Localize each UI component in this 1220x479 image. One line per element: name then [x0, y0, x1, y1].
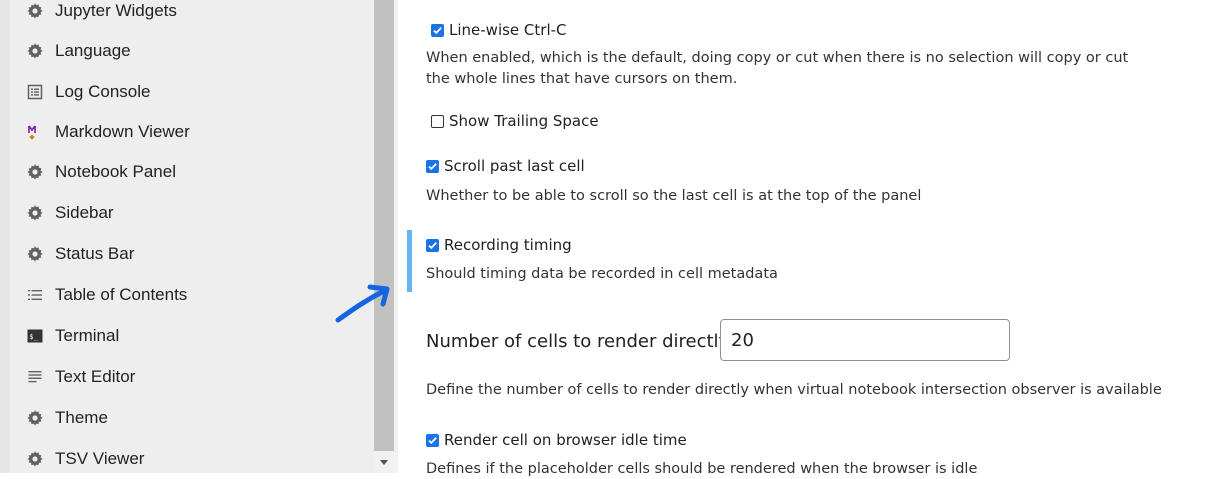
sidebar-item-markdown-viewer[interactable]: Markdown Viewer — [10, 112, 374, 152]
sidebar-item-status-bar[interactable]: Status Bar — [10, 234, 374, 274]
sidebar-item-notebook-panel[interactable]: Notebook Panel — [10, 152, 374, 192]
setting-label: Recording timing — [444, 236, 572, 254]
markdown-icon — [27, 124, 43, 140]
setting-label: Line-wise Ctrl-C — [449, 21, 567, 39]
focus-indicator — [407, 230, 412, 292]
checkbox-checked-icon[interactable] — [426, 159, 439, 173]
sidebar-item-label: Status Bar — [55, 244, 135, 263]
terminal-icon: $_ — [27, 328, 43, 344]
sidebar-item-label: Markdown Viewer — [55, 122, 190, 141]
cells-to-render-label: Number of cells to render directly — [426, 331, 730, 352]
gear-icon — [27, 451, 43, 467]
sidebar-item-log-console[interactable]: Log Console — [10, 72, 374, 112]
scroll-down-arrow-icon[interactable] — [380, 460, 388, 465]
scrollbar-thumb[interactable] — [374, 0, 394, 451]
setting-render-on-idle[interactable]: Render cell on browser idle time — [426, 431, 687, 449]
checkbox-checked-icon[interactable] — [431, 23, 444, 37]
setting-label: Scroll past last cell — [444, 157, 585, 175]
sidebar-item-label: Theme — [55, 408, 108, 427]
gear-icon — [27, 3, 43, 19]
setting-description: the whole lines that have cursors on the… — [426, 71, 738, 87]
checkbox-checked-icon[interactable] — [426, 433, 439, 447]
setting-scroll-past-last-cell[interactable]: Scroll past last cell — [426, 157, 585, 175]
sidebar-item-label: Notebook Panel — [55, 162, 176, 181]
sidebar-item-table-of-contents[interactable]: Table of Contents — [10, 275, 374, 315]
setting-label: Render cell on browser idle time — [444, 431, 687, 449]
cells-to-render-input[interactable] — [720, 319, 1010, 361]
setting-recording-timing[interactable]: Recording timing — [426, 236, 572, 254]
text-lines-icon — [27, 369, 43, 385]
gear-icon — [27, 246, 43, 262]
setting-description: Define the number of cells to render dir… — [426, 382, 1162, 398]
gear-icon — [27, 43, 43, 59]
sidebar-item-label: Sidebar — [55, 203, 114, 222]
sidebar-item-language[interactable]: Language — [10, 31, 374, 71]
checkbox-checked-icon[interactable] — [426, 238, 439, 252]
sidebar-item-theme[interactable]: Theme — [10, 398, 374, 438]
sidebar-item-text-editor[interactable]: Text Editor — [10, 357, 374, 397]
setting-description: Defines if the placeholder cells should … — [426, 461, 978, 477]
sidebar-item-label: Terminal — [55, 326, 120, 345]
settings-panel: Line-wise Ctrl-C When enabled, which is … — [398, 0, 1220, 477]
setting-label: Show Trailing Space — [449, 112, 599, 130]
gear-icon — [27, 205, 43, 221]
sidebar-item-sidebar[interactable]: Sidebar — [10, 193, 374, 233]
sidebar-item-terminal[interactable]: $_ Terminal — [10, 316, 374, 356]
sidebar-item-label: Jupyter Widgets — [55, 1, 177, 20]
setting-description: Should timing data be recorded in cell m… — [426, 266, 778, 282]
checkbox-unchecked-icon[interactable] — [431, 114, 444, 128]
sidebar-item-label: Language — [55, 41, 131, 60]
sidebar-list: Jupyter Widgets Language Log Console Mar… — [10, 0, 374, 473]
gear-icon — [27, 410, 43, 426]
settings-sidebar: Jupyter Widgets Language Log Console Mar… — [0, 0, 398, 473]
gear-icon — [27, 164, 43, 180]
sidebar-item-label: Text Editor — [55, 367, 136, 386]
setting-description: When enabled, which is the default, doin… — [426, 50, 1129, 66]
list-box-icon — [27, 84, 43, 100]
sidebar-gutter — [0, 0, 10, 473]
setting-description: Whether to be able to scroll so the last… — [426, 188, 922, 204]
sidebar-item-jupyter-widgets[interactable]: Jupyter Widgets — [10, 0, 374, 31]
svg-text:$_: $_ — [29, 333, 38, 341]
setting-show-trailing-space[interactable]: Show Trailing Space — [431, 112, 599, 130]
sidebar-scrollbar[interactable] — [374, 0, 398, 473]
toc-list-icon — [27, 287, 43, 303]
sidebar-item-label: Table of Contents — [55, 285, 188, 304]
setting-linewise-ctrl-c[interactable]: Line-wise Ctrl-C — [431, 21, 567, 39]
sidebar-item-tsv-viewer[interactable]: TSV Viewer — [10, 439, 374, 473]
sidebar-item-label: TSV Viewer — [55, 449, 145, 468]
annotation-arrow-icon — [335, 284, 390, 323]
sidebar-item-label: Log Console — [55, 82, 151, 101]
